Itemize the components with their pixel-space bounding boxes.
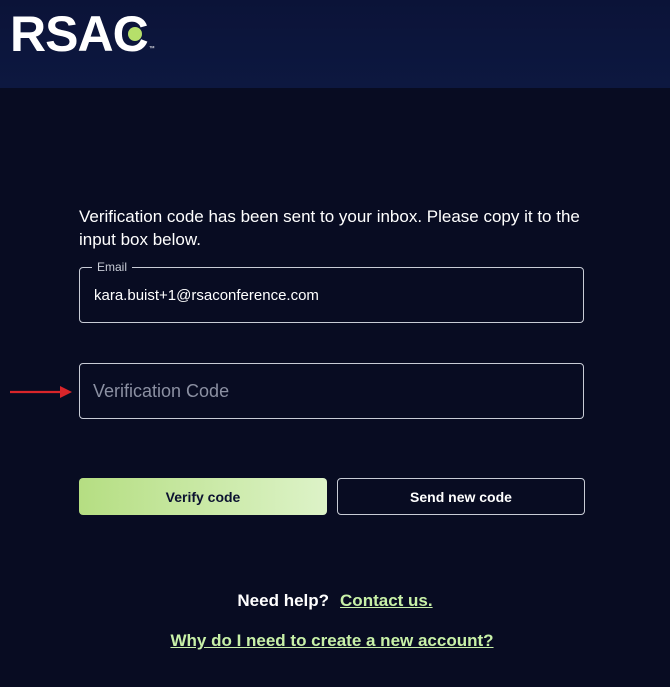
help-line: Need help? Contact us.	[0, 591, 670, 611]
email-label: Email	[92, 260, 133, 274]
email-value[interactable]: kara.buist+1@rsaconference.com	[94, 287, 319, 304]
verify-code-button[interactable]: Verify code	[79, 478, 327, 515]
site-header: RSA C ™	[0, 0, 670, 88]
verification-code-input[interactable]	[80, 364, 583, 418]
logo-text: RSA	[10, 6, 114, 62]
contact-us-link[interactable]: Contact us.	[340, 591, 433, 610]
send-new-code-button[interactable]: Send new code	[337, 478, 585, 515]
red-arrow-icon	[10, 386, 72, 398]
rsac-logo[interactable]: RSA C ™	[10, 4, 155, 64]
logo-c-letter: C	[113, 5, 149, 63]
verification-code-field[interactable]	[79, 363, 584, 419]
email-field[interactable]: Email kara.buist+1@rsaconference.com	[79, 260, 584, 323]
why-new-account-link[interactable]: Why do I need to create a new account?	[170, 631, 493, 650]
logo-dot-icon	[127, 27, 142, 41]
logo-trademark: ™	[148, 46, 155, 52]
why-account-line: Why do I need to create a new account?	[0, 631, 664, 651]
need-help-text: Need help?	[237, 591, 330, 610]
verification-instructions: Verification code has been sent to your …	[79, 207, 580, 249]
